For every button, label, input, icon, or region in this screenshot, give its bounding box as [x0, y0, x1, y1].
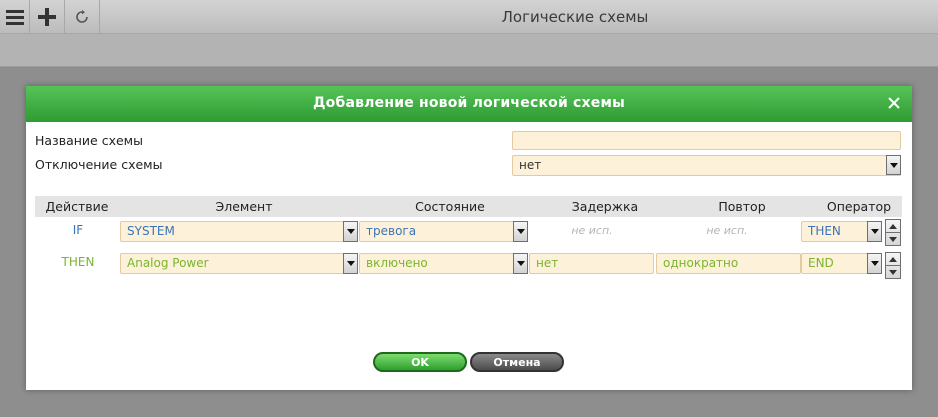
chevron-down-icon[interactable]: [513, 221, 528, 242]
top-toolbar: Логические схемы: [0, 0, 938, 34]
rules-table-header: Действие Элемент Состояние Задержка Повт…: [35, 196, 902, 217]
chevron-down-icon[interactable]: [867, 221, 882, 242]
row1-state-value: тревога: [366, 224, 417, 238]
row2-operator-value: END: [808, 256, 834, 270]
row1-delay-placeholder: не исп.: [571, 224, 613, 237]
add-scheme-dialog: Добавление новой логической схемы Назван…: [26, 86, 912, 390]
scheme-name-input[interactable]: [512, 131, 901, 150]
scheme-disable-value: нет: [519, 158, 542, 172]
row2-element-select[interactable]: Analog Power: [120, 253, 358, 274]
row2-operator-select[interactable]: END: [801, 253, 882, 274]
scheme-name-label: Название схемы: [35, 133, 143, 148]
header-state: Состояние: [415, 199, 485, 214]
row2-state-value: включено: [366, 256, 428, 270]
row2-order-stepper[interactable]: [885, 252, 901, 279]
row2-state-select[interactable]: включено: [359, 253, 528, 274]
chevron-down-icon[interactable]: [343, 253, 358, 274]
secondary-toolbar: [0, 34, 938, 67]
dialog-header: Добавление новой логической схемы: [26, 86, 912, 122]
cancel-button[interactable]: Отмена: [470, 352, 564, 372]
close-button[interactable]: [886, 95, 902, 111]
arrow-down-icon[interactable]: [886, 233, 900, 246]
close-icon: [888, 97, 900, 109]
row1-operator-select[interactable]: THEN: [801, 221, 882, 242]
row2-delay-input[interactable]: нет: [529, 253, 654, 274]
header-repeat: Повтор: [718, 199, 766, 214]
row2-repeat-input[interactable]: однократно: [656, 253, 801, 274]
arrow-up-icon[interactable]: [886, 220, 900, 233]
chevron-down-icon[interactable]: [513, 253, 528, 274]
row1-element-value: SYSTEM: [127, 224, 175, 238]
header-action: Действие: [45, 199, 109, 214]
row1-operator-value: THEN: [808, 224, 841, 238]
dialog-title: Добавление новой логической схемы: [313, 95, 625, 111]
row2-action: THEN: [61, 255, 95, 269]
arrow-down-icon[interactable]: [886, 266, 900, 279]
header-element: Элемент: [215, 199, 273, 214]
row1-order-stepper[interactable]: [885, 219, 901, 246]
chevron-down-icon[interactable]: [343, 221, 358, 242]
row2-element-value: Analog Power: [127, 256, 209, 270]
app-title: Логические схемы: [501, 8, 649, 26]
arrow-up-icon[interactable]: [886, 253, 900, 266]
chevron-down-icon[interactable]: [886, 155, 901, 175]
ok-button[interactable]: OK: [373, 352, 467, 372]
row1-state-select[interactable]: тревога: [359, 221, 528, 242]
scheme-disable-select[interactable]: нет: [512, 155, 901, 176]
header-delay: Задержка: [571, 199, 639, 214]
row1-action: IF: [72, 223, 84, 237]
chevron-down-icon[interactable]: [867, 253, 882, 274]
row1-repeat-placeholder: не исп.: [706, 224, 748, 237]
row1-element-select[interactable]: SYSTEM: [120, 221, 358, 242]
scheme-disable-label: Отключение схемы: [35, 157, 163, 172]
header-operator: Оператор: [826, 199, 892, 214]
